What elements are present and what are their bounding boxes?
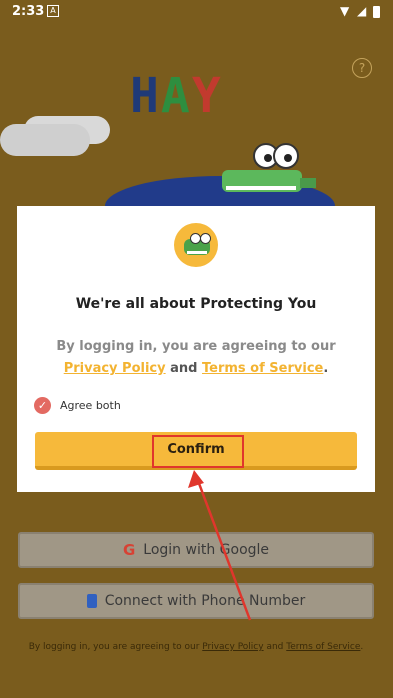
google-icon: G (122, 541, 136, 559)
logo-letter-y: Y (191, 68, 223, 124)
status-bar: 2:33 A ▼ ◢ (0, 0, 393, 24)
status-time: 2:33 (12, 4, 45, 19)
dialog-consent-text: By logging in, you are agreeing to our P… (33, 336, 359, 380)
checkmark-icon[interactable]: ✓ (34, 397, 51, 414)
logo-letter-h: H (130, 68, 161, 124)
background-terms-text: By logging in, you are agreeing to our P… (18, 640, 374, 654)
connect-phone-button[interactable]: Connect with Phone Number (18, 583, 374, 619)
signal-icon: ◢ (357, 4, 367, 18)
battery-icon (373, 6, 380, 18)
phone-icon (86, 594, 97, 608)
crocodile-mascot-illustration (222, 143, 316, 192)
terms-period: . (360, 642, 364, 652)
crocodile-avatar-icon (174, 223, 218, 267)
login-google-label: Login with Google (143, 542, 270, 558)
consent-period: . (323, 361, 329, 376)
terms-of-service-link-bg[interactable]: Terms of Service (286, 642, 360, 652)
dialog-title: We're all about Protecting You (75, 296, 317, 312)
privacy-policy-link[interactable]: Privacy Policy (64, 361, 166, 376)
wifi-icon: ▼ (340, 4, 350, 18)
agree-both-checkbox-row[interactable]: ✓ Agree both (34, 397, 121, 414)
agree-both-label: Agree both (60, 399, 121, 412)
consent-and: and (165, 361, 202, 376)
terms-prefix: By logging in, you are agreeing to our (28, 642, 203, 652)
terms-and: and (263, 642, 287, 652)
confirm-highlight-box (152, 435, 244, 468)
terms-of-service-link[interactable]: Terms of Service (202, 361, 323, 376)
notification-icon: A (47, 5, 59, 17)
logo-letter-a: A (160, 68, 192, 124)
help-icon[interactable]: ? (352, 58, 372, 78)
connect-phone-label: Connect with Phone Number (104, 593, 306, 609)
logo-wordmark: HAY (130, 68, 223, 124)
privacy-policy-link-bg[interactable]: Privacy Policy (202, 642, 263, 652)
consent-prefix: By logging in, you are agreeing to our (56, 339, 336, 354)
cloud-illustration (0, 124, 90, 156)
app-logo: HAY (130, 68, 270, 128)
login-google-button[interactable]: G Login with Google (18, 532, 374, 568)
